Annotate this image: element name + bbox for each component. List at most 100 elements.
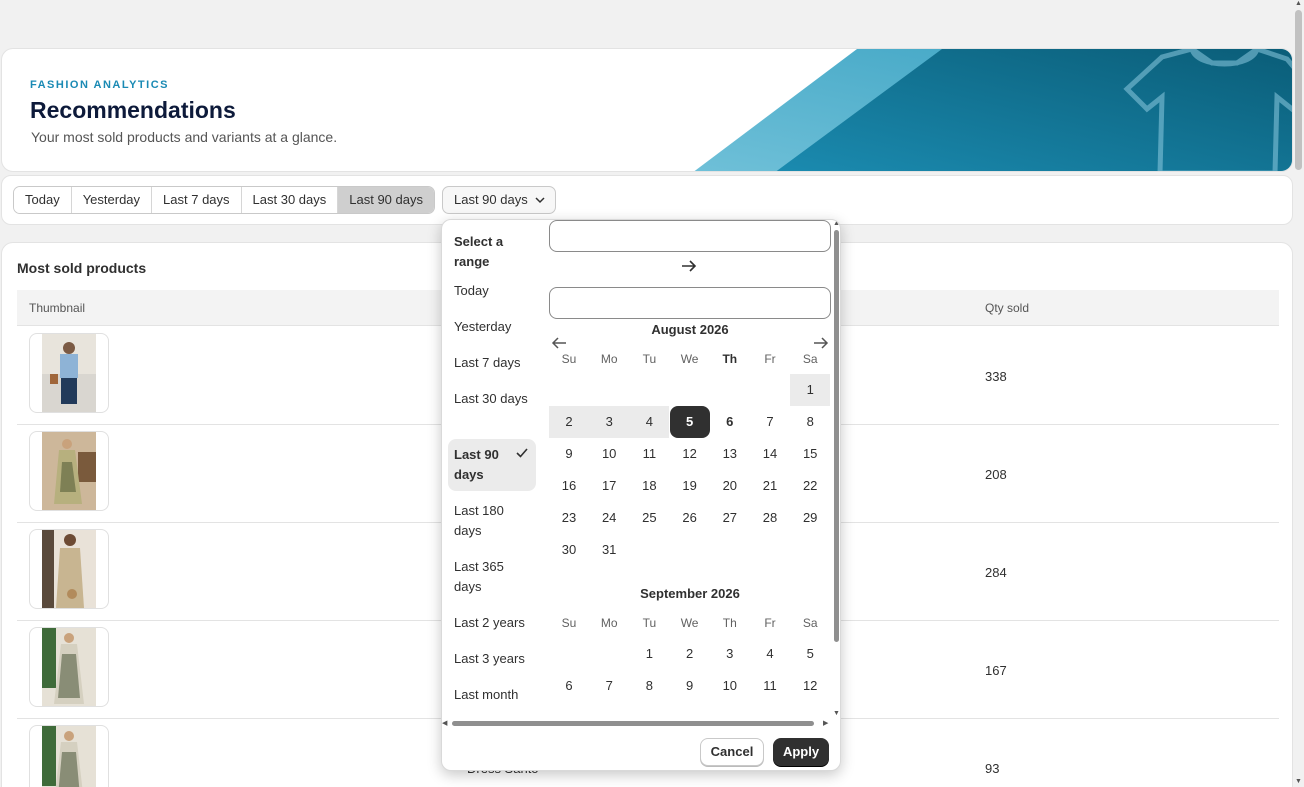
calendar-panel: August 2026 September 2026 Su Mo Tu We Th Fr S…	[549, 220, 832, 710]
preset-last-90-days[interactable]: Last 90 days	[448, 439, 536, 491]
calendar-day[interactable]: 17	[710, 702, 750, 710]
weekday-label: Su	[561, 616, 577, 630]
calendar-day[interactable]: 25	[629, 502, 669, 534]
calendar-day[interactable]: 23	[549, 502, 589, 534]
popover-horizontal-scrollbar[interactable]: ◀ ▶	[442, 719, 834, 729]
calendar-day[interactable]: 17	[589, 470, 629, 502]
product-thumbnail[interactable]	[29, 431, 109, 511]
calendar-day[interactable]: 5	[790, 638, 830, 670]
calendar-day[interactable]: 3	[589, 406, 630, 438]
calendar-day[interactable]: 8	[629, 670, 669, 702]
calendar-day[interactable]: 12	[670, 438, 710, 470]
preset-today[interactable]: Today	[448, 281, 536, 301]
calendar-day[interactable]: 18	[629, 470, 669, 502]
cancel-button[interactable]: Cancel	[700, 738, 764, 766]
checkmark-icon	[516, 445, 528, 465]
arrow-right-icon	[681, 259, 697, 277]
calendar-day[interactable]: 10	[710, 670, 750, 702]
calendar-day[interactable]: 12	[790, 670, 830, 702]
date-range-button[interactable]: Last 90 days	[442, 186, 556, 214]
calendar-day[interactable]: 7	[589, 670, 629, 702]
page-subtitle: Your most sold products and variants at …	[31, 129, 338, 145]
calendar-day[interactable]: 6	[710, 406, 750, 438]
popover-vertical-scrollbar[interactable]: ▲ ▼	[833, 220, 840, 720]
weekday-label: Fr	[764, 352, 776, 366]
preset-last-month[interactable]: Last month	[448, 685, 536, 705]
calendar-day[interactable]: 18	[750, 702, 790, 710]
calendar-day[interactable]: 13	[549, 702, 589, 710]
calendar-day[interactable]: 1	[790, 374, 831, 406]
calendar-day[interactable]: 1	[629, 638, 669, 670]
weekday-label: Th	[722, 352, 738, 366]
calendar-day[interactable]: 31	[589, 534, 629, 566]
calendar-day[interactable]: 10	[589, 438, 629, 470]
page-scrollbar[interactable]: ▲ ▼	[1293, 0, 1304, 787]
calendar-day[interactable]: 16	[670, 702, 710, 710]
calendar-day[interactable]: 24	[589, 502, 629, 534]
qty-sold: 93	[985, 761, 1000, 776]
calendar-day[interactable]: 22	[790, 470, 830, 502]
calendar-day[interactable]: 2	[670, 638, 710, 670]
segment-yesterday[interactable]: Yesterday	[71, 187, 153, 213]
weekday-label: Sa	[802, 352, 818, 366]
calendar-day[interactable]: 6	[549, 670, 589, 702]
calendar-day[interactable]: 4	[629, 406, 670, 438]
calendar-day[interactable]: 8	[790, 406, 830, 438]
preset-last-365-days[interactable]: Last 365 days	[448, 557, 536, 597]
qty-sold: 284	[985, 565, 1007, 580]
calendar-day[interactable]: 4	[750, 638, 790, 670]
segment-last-7-days[interactable]: Last 7 days	[152, 187, 242, 213]
preset-yesterday[interactable]: Yesterday	[448, 317, 536, 337]
calendar-day[interactable]: 11	[750, 670, 790, 702]
segment-today[interactable]: Today	[14, 187, 72, 213]
calendar-day[interactable]: 28	[750, 502, 790, 534]
end-date-input[interactable]	[549, 287, 831, 319]
calendar-day[interactable]: 5	[669, 406, 710, 438]
calendar-day[interactable]: 21	[750, 470, 790, 502]
chevron-down-icon	[535, 187, 545, 223]
calendar-day[interactable]: 30	[549, 534, 589, 566]
product-thumbnail[interactable]	[29, 529, 109, 609]
product-thumbnail[interactable]	[29, 333, 109, 413]
banner-graphic	[694, 49, 1292, 171]
product-thumbnail[interactable]	[29, 627, 109, 707]
calendar-day[interactable]: 11	[629, 438, 669, 470]
preset-last-180-days[interactable]: Last 180 days	[448, 501, 536, 541]
calendar-day[interactable]: 13	[710, 438, 750, 470]
calendar-day[interactable]: 14	[750, 438, 790, 470]
preset-last-2-years[interactable]: Last 2 years	[448, 613, 536, 633]
preset-last-30-days[interactable]: Last 30 days	[448, 389, 536, 409]
calendar-day[interactable]: 26	[670, 502, 710, 534]
weekday-label: Fr	[764, 616, 776, 630]
calendar-day[interactable]: 20	[710, 470, 750, 502]
calendar-day[interactable]: 9	[670, 670, 710, 702]
preset-last-3-years[interactable]: Last 3 years	[448, 649, 536, 669]
segment-last-90-days[interactable]: Last 90 days	[338, 187, 434, 213]
calendar-day[interactable]: 2	[549, 406, 589, 438]
section-title: Most sold products	[17, 260, 147, 276]
calendar-day[interactable]: 15	[790, 438, 830, 470]
calendar-day[interactable]: 3	[710, 638, 750, 670]
date-range-popover: Select a range Today Yesterday Last 7 da…	[441, 219, 841, 771]
segment-last-30-days[interactable]: Last 30 days	[241, 187, 339, 213]
calendar-day[interactable]: 19	[790, 702, 830, 710]
calendar-day[interactable]: 14	[589, 702, 629, 710]
calendar-day[interactable]: 19	[670, 470, 710, 502]
qty-sold: 167	[985, 663, 1007, 678]
weekday-label: Tu	[642, 352, 657, 366]
calendar-day[interactable]: 7	[750, 406, 790, 438]
product-thumbnail[interactable]	[29, 725, 109, 787]
preset-last-7-days[interactable]: Last 7 days	[448, 353, 536, 373]
calendar-day[interactable]: 29	[790, 502, 830, 534]
weekday-label: We	[680, 616, 699, 630]
calendar-day[interactable]: 15	[629, 702, 669, 710]
qty-sold: 208	[985, 467, 1007, 482]
preset-label: Last 90 days	[454, 447, 499, 482]
calendar-day[interactable]: 27	[710, 502, 750, 534]
weekday-label: Th	[722, 616, 737, 630]
calendar-day[interactable]: 9	[549, 438, 589, 470]
start-date-input[interactable]	[549, 220, 831, 252]
month-title-august: August 2026	[651, 322, 729, 337]
apply-button[interactable]: Apply	[773, 738, 829, 766]
calendar-day[interactable]: 16	[549, 470, 589, 502]
